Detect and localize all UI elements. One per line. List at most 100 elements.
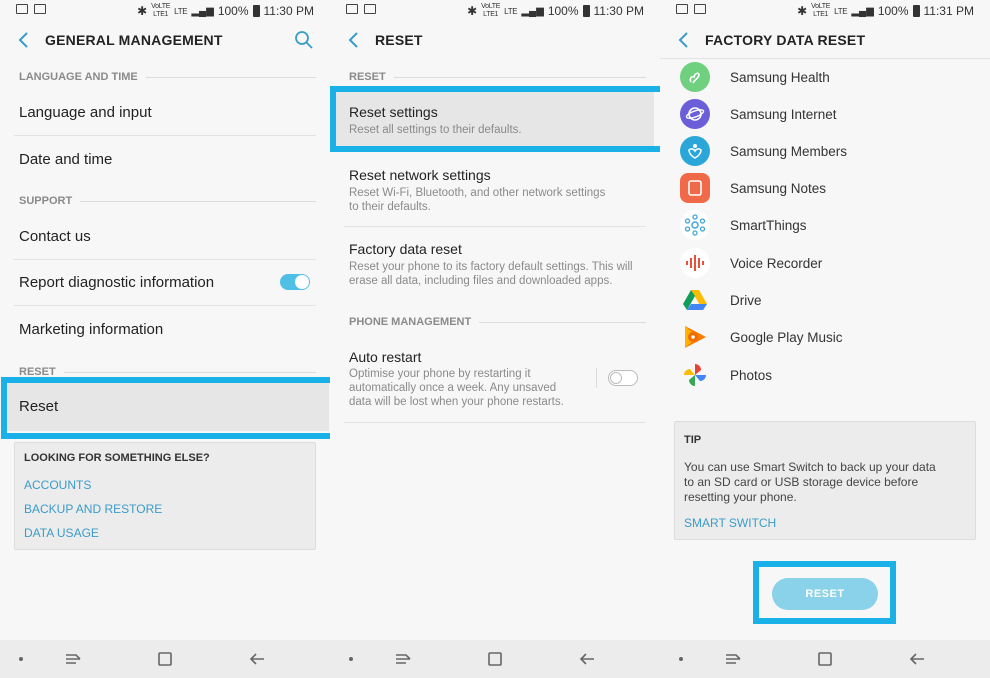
vertical-divider [596, 368, 597, 388]
auto-restart-toggle[interactable] [608, 370, 638, 386]
battery-percent: 100% [217, 4, 249, 18]
dot-icon[interactable] [342, 651, 360, 667]
battery-percent: 100% [547, 4, 579, 18]
smart-switch-link[interactable]: SMART SWITCH [684, 516, 776, 530]
section-label: PHONE MANAGEMENT [349, 316, 472, 328]
bluetooth-icon: ✱ [797, 4, 808, 18]
recents-icon[interactable] [394, 651, 412, 667]
section-label: LANGUAGE AND TIME [19, 71, 138, 83]
date-time-label: Date and time [19, 151, 113, 168]
highlight-reset [1, 377, 330, 439]
volte-bottom: LTE1 [483, 11, 499, 18]
app-row-samsung-members: Samsung Members [680, 134, 847, 168]
lte-indicator: LTE [174, 6, 188, 16]
signal-icon: ▂▄▆ [191, 5, 214, 17]
message-notification-icon [34, 4, 46, 14]
battery-icon [912, 5, 920, 17]
screen-reset: ✱ VoLTE LTE1 LTE ▂▄▆ 100% 11:30 PM RESET… [330, 0, 660, 678]
gallery-notification-icon [676, 4, 688, 14]
factory-reset-desc-1: Reset your phone to its factory default … [349, 261, 633, 273]
volte-top: VoLTE [481, 3, 501, 10]
divider [344, 226, 646, 227]
app-row-samsung-notes: Samsung Notes [680, 171, 826, 205]
back-nav-icon[interactable] [908, 651, 926, 667]
navigation-bar [660, 640, 990, 678]
voice-recorder-icon [680, 248, 710, 278]
google-play-music-icon [680, 322, 710, 352]
divider [344, 422, 646, 423]
auto-restart-item[interactable]: Auto restart Optimise your phone by rest… [330, 336, 660, 421]
page-title: FACTORY DATA RESET [705, 32, 866, 48]
bluetooth-icon: ✱ [137, 4, 148, 18]
back-arrow-icon[interactable] [674, 29, 696, 51]
backup-restore-link[interactable]: BACKUP AND RESTORE [24, 502, 162, 516]
report-diagnostic-toggle[interactable] [280, 274, 310, 290]
back-arrow-icon[interactable] [344, 29, 366, 51]
lte-indicator: LTE [834, 6, 848, 16]
dot-icon[interactable] [672, 651, 690, 667]
recents-icon[interactable] [724, 651, 742, 667]
reset-network-desc-2: to their defaults. [349, 201, 431, 213]
samsung-internet-icon [680, 99, 710, 129]
divider [660, 58, 990, 59]
volte-bottom: LTE1 [153, 11, 169, 18]
back-nav-icon[interactable] [248, 651, 266, 667]
factory-reset-item[interactable]: Factory data reset Reset your phone to i… [330, 228, 660, 298]
tip-card: TIP You can use Smart Switch to back up … [674, 421, 976, 540]
section-label: SUPPORT [19, 195, 73, 207]
signal-icon: ▂▄▆ [521, 5, 544, 17]
auto-restart-desc-1: Optimise your phone by restarting it [349, 368, 531, 380]
home-icon[interactable] [816, 651, 834, 667]
marketing-label: Marketing information [19, 321, 164, 338]
section-header-phone-management: PHONE MANAGEMENT [349, 316, 646, 328]
back-nav-icon[interactable] [578, 651, 596, 667]
page-title: GENERAL MANAGEMENT [45, 32, 223, 48]
accounts-link[interactable]: ACCOUNTS [24, 478, 91, 492]
search-icon[interactable] [294, 30, 314, 50]
drive-icon [680, 285, 710, 315]
report-diagnostic-label: Report diagnostic information [19, 274, 215, 291]
app-bar: GENERAL MANAGEMENT [0, 22, 330, 60]
volte-indicator: VoLTE LTE1 [481, 3, 500, 19]
contact-us-label: Contact us [19, 228, 91, 245]
app-row-samsung-health: Samsung Health [680, 60, 830, 94]
app-row-drive: Drive [680, 283, 762, 317]
home-icon[interactable] [486, 651, 504, 667]
report-diagnostic-item[interactable]: Report diagnostic information [0, 260, 330, 304]
samsung-notes-icon [680, 173, 710, 203]
app-row-smartthings: SmartThings [680, 208, 807, 242]
page-title: RESET [375, 32, 423, 48]
screen-factory-data-reset: ✱ VoLTE LTE1 LTE ▂▄▆ 100% 11:31 PM FACTO… [660, 0, 990, 678]
language-input-item[interactable]: Language and input [0, 90, 330, 134]
marketing-item[interactable]: Marketing information [0, 306, 330, 350]
signal-icon: ▂▄▆ [851, 5, 874, 17]
battery-icon [582, 5, 590, 17]
smartthings-icon [680, 210, 710, 240]
volte-top: VoLTE [811, 3, 831, 10]
home-icon[interactable] [156, 651, 174, 667]
highlight-reset-button [753, 561, 896, 624]
status-bar: ✱ VoLTE LTE1 LTE ▂▄▆ 100% 11:30 PM [0, 0, 330, 22]
data-usage-link[interactable]: DATA USAGE [24, 526, 99, 540]
reset-network-item[interactable]: Reset network settings Reset Wi-Fi, Blue… [330, 155, 660, 225]
volte-top: VoLTE [151, 3, 171, 10]
tip-text-1: You can use Smart Switch to back up your… [684, 460, 936, 474]
contact-us-item[interactable]: Contact us [0, 214, 330, 258]
factory-reset-desc-2: erase all data, including files and down… [349, 275, 613, 287]
reset-network-desc-1: Reset Wi-Fi, Bluetooth, and other networ… [349, 187, 606, 199]
tip-text-3: resetting your phone. [684, 490, 797, 504]
back-arrow-icon[interactable] [14, 29, 36, 51]
samsung-health-icon [680, 62, 710, 92]
factory-reset-title: Factory data reset [349, 241, 462, 257]
dot-icon[interactable] [12, 651, 30, 667]
message-notification-icon [694, 4, 706, 14]
app-name: Voice Recorder [730, 255, 823, 271]
app-name: Photos [730, 367, 773, 383]
date-time-item[interactable]: Date and time [0, 136, 330, 180]
app-name: SmartThings [730, 217, 807, 233]
app-row-photos: Photos [680, 358, 772, 392]
photos-icon [680, 360, 710, 390]
navigation-bar [330, 640, 660, 678]
recents-icon[interactable] [64, 651, 82, 667]
section-header-support: SUPPORT [19, 195, 316, 207]
